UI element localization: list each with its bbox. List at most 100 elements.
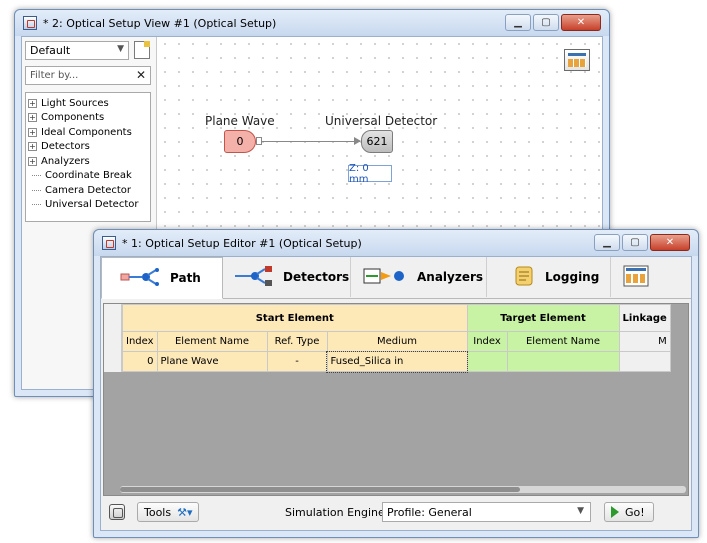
tools-label: Tools: [144, 505, 172, 519]
tree-leaf-connector: [32, 175, 41, 177]
tree-leaf-connector: [32, 189, 41, 191]
new-document-icon[interactable]: [134, 41, 150, 59]
window-app-icon: [102, 236, 116, 250]
tree-item[interactable]: + Components: [28, 111, 148, 126]
tree-item-label: Camera Detector: [45, 184, 131, 196]
tree-item[interactable]: Camera Detector: [28, 183, 148, 198]
tab-analyzers-label: Analyzers: [417, 270, 484, 284]
simulation-engine-select[interactable]: Profile: General ▼: [382, 502, 591, 522]
editor-tabbar: Path Detectors Analyzers Logging: [101, 257, 691, 299]
tree-item[interactable]: Coordinate Break: [28, 169, 148, 184]
path-icon: [120, 267, 160, 289]
horizontal-scrollbar[interactable]: [120, 486, 686, 493]
table-cell[interactable]: [618, 351, 671, 372]
expand-icon[interactable]: +: [28, 98, 37, 108]
tree-item[interactable]: + Detectors: [28, 140, 148, 155]
table-cell[interactable]: -: [266, 351, 328, 372]
expand-icon[interactable]: +: [28, 113, 37, 123]
play-icon: [611, 506, 619, 518]
tree-item-label: Ideal Components: [41, 126, 132, 138]
universal-detector-index: 621: [366, 135, 388, 148]
universal-detector-node[interactable]: 621: [361, 130, 393, 153]
view-window-title: * 2: Optical Setup View #1 (Optical Setu…: [43, 16, 277, 30]
table-cell[interactable]: Plane Wave: [156, 351, 268, 372]
tab-logging-label: Logging: [545, 270, 600, 284]
editor-body: Path Detectors Analyzers Logging Start E…: [100, 256, 692, 531]
column-header[interactable]: Element Name: [156, 331, 268, 352]
editor-window-title: * 1: Optical Setup Editor #1 (Optical Se…: [122, 236, 362, 250]
tab-path[interactable]: Path: [101, 257, 223, 299]
column-header[interactable]: Index: [122, 331, 158, 352]
path-grid-area: Start Element Target Element Linkage Ind…: [103, 303, 689, 496]
tree-item[interactable]: + Ideal Components: [28, 125, 148, 140]
close-button[interactable]: ✕: [561, 14, 601, 31]
chevron-down-icon: ▼: [117, 44, 124, 54]
tree-item-label: Analyzers: [41, 155, 90, 167]
universal-detector-label: Universal Detector: [325, 114, 438, 128]
maximize-button[interactable]: ▢: [622, 234, 648, 251]
component-tree: + Light Sources + Components + Ideal Componen…: [25, 92, 151, 222]
clear-filter-icon[interactable]: ✕: [136, 68, 146, 82]
tools-icon: ⚒▾: [177, 505, 193, 519]
path-table: Start Element Target Element Linkage Ind…: [122, 304, 671, 373]
preset-combo[interactable]: Default ▼: [25, 41, 129, 60]
simulation-engine-value: Profile: General: [387, 505, 472, 519]
tree-item-label: Light Sources: [41, 97, 109, 109]
tree-item[interactable]: + Light Sources: [28, 96, 148, 111]
scrollbar-thumb[interactable]: [120, 487, 520, 492]
preset-combo-value: Default: [30, 44, 71, 57]
tab-detectors-label: Detectors: [283, 270, 350, 284]
tools-button[interactable]: Tools ⚒▾: [137, 502, 199, 522]
z-position-text: Z: 0 mm: [349, 162, 369, 185]
expand-icon[interactable]: +: [28, 127, 37, 137]
row-header-stub: [104, 304, 122, 372]
z-position-tag[interactable]: Z: 0 mm: [348, 162, 392, 185]
column-header[interactable]: Medium: [326, 331, 468, 352]
simulation-engine-label: Simulation Engine: [285, 506, 385, 519]
detectors-icon: [233, 265, 273, 289]
table-cell[interactable]: [506, 351, 620, 372]
analyzers-icon: [363, 266, 407, 289]
column-header[interactable]: Ref. Type: [266, 331, 328, 352]
window-app-icon: [23, 16, 37, 30]
tree-item-label: Coordinate Break: [45, 170, 132, 182]
tab-layout-view[interactable]: [611, 257, 661, 297]
minimize-button[interactable]: ▁: [505, 14, 531, 31]
column-header[interactable]: M: [618, 331, 671, 352]
expand-icon[interactable]: +: [28, 142, 37, 152]
tree-item-label: Universal Detector: [45, 199, 139, 211]
start-element-group-header: Start Element: [122, 304, 468, 332]
table-cell[interactable]: Fused_Silica in: [326, 350, 469, 373]
tab-logging[interactable]: Logging: [487, 257, 611, 297]
settings-icon[interactable]: [109, 504, 125, 520]
optical-setup-editor-window: * 1: Optical Setup Editor #1 (Optical Se…: [93, 229, 699, 538]
minimize-button[interactable]: ▁: [594, 234, 620, 251]
light-path-link[interactable]: [262, 141, 360, 142]
layout-view-icon: [623, 265, 649, 290]
plane-wave-node[interactable]: 0: [224, 130, 256, 153]
view-titlebar[interactable]: * 2: Optical Setup View #1 (Optical Setu…: [15, 10, 609, 36]
column-header[interactable]: Index: [466, 331, 508, 352]
table-cell[interactable]: [466, 351, 508, 372]
filter-input[interactable]: Filter by... ✕: [25, 66, 151, 85]
link-arrow-icon: [354, 137, 361, 145]
column-header[interactable]: Element Name: [506, 331, 620, 352]
tree-item[interactable]: + Analyzers: [28, 154, 148, 169]
tree-item[interactable]: Universal Detector: [28, 198, 148, 213]
maximize-button[interactable]: ▢: [533, 14, 559, 31]
go-button[interactable]: Go!: [604, 502, 654, 522]
plane-wave-label: Plane Wave: [205, 114, 275, 128]
target-element-group-header: Target Element: [466, 304, 620, 332]
expand-icon[interactable]: +: [28, 156, 37, 166]
table-cell[interactable]: 0: [122, 351, 158, 372]
editor-titlebar[interactable]: * 1: Optical Setup Editor #1 (Optical Se…: [94, 230, 698, 256]
table-row[interactable]: 0 Plane Wave - Fused_Silica in: [122, 350, 671, 373]
editor-bottom-bar: Tools ⚒▾ Simulation Engine Profile: Gene…: [101, 496, 691, 530]
tab-detectors[interactable]: Detectors: [223, 257, 351, 297]
close-button[interactable]: ✕: [650, 234, 690, 251]
go-label: Go!: [625, 505, 645, 519]
layout-view-icon[interactable]: [564, 49, 590, 71]
tree-item-label: Components: [41, 112, 105, 124]
plane-wave-index: 0: [236, 135, 244, 148]
tab-analyzers[interactable]: Analyzers: [351, 257, 487, 297]
